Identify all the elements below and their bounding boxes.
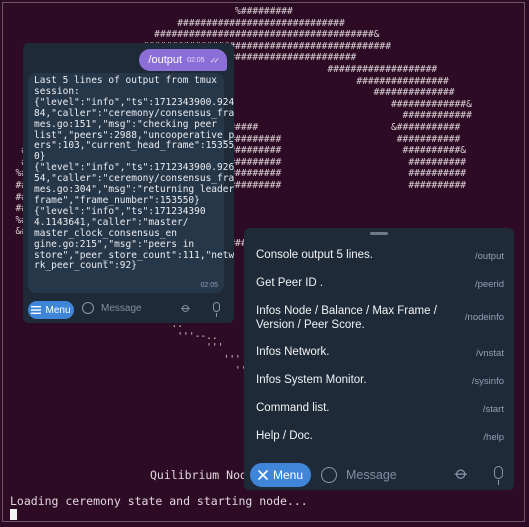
outgoing-message-text: /output <box>148 54 183 66</box>
message-input[interactable]: Message <box>346 468 397 482</box>
command-item-help[interactable]: Help / Doc. /help <box>244 429 514 453</box>
microphone-icon[interactable] <box>213 302 220 317</box>
command-label: Command list. <box>256 402 330 414</box>
command-label: Get Peer ID . <box>256 277 324 289</box>
menu-button[interactable]: Menu <box>28 301 74 319</box>
microphone-icon[interactable] <box>494 466 503 485</box>
emoji-icon[interactable] <box>82 302 94 314</box>
read-checkmarks-icon: ✓✓ <box>209 55 221 65</box>
command-label: Help / Doc. <box>256 430 313 442</box>
terminal-cursor <box>10 509 17 520</box>
message-composer: Menu Message ⌀ <box>23 297 234 323</box>
incoming-message-text: Last 5 lines of output from tmux session… <box>34 75 234 272</box>
command-item-nodeinfo[interactable]: Infos Node / Balance / Max Frame / Versi… <box>244 304 514 338</box>
command-item-start[interactable]: Command list. /start <box>244 401 514 425</box>
command-key: /vnstat <box>476 348 504 359</box>
command-label: Infos System Monitor. <box>256 374 367 386</box>
chat-window: /output 02:05 ✓✓ Last 5 lines of output … <box>23 43 234 323</box>
command-key: /output <box>474 251 504 262</box>
command-item-output[interactable]: Console output 5 lines. /output <box>244 248 514 272</box>
terminal-title: Quilibrium Node <box>150 468 254 482</box>
message-input[interactable]: Message <box>101 303 142 314</box>
command-key: /nodeinfo <box>464 312 504 323</box>
close-icon <box>258 470 268 480</box>
command-key: /sysinfo <box>471 376 504 387</box>
command-item-sysinfo[interactable]: Infos System Monitor. /sysinfo <box>244 373 514 397</box>
command-item-vnstat[interactable]: Infos Network. /vnstat <box>244 345 514 369</box>
menu-button-label: Menu <box>45 304 71 316</box>
command-item-peerid[interactable]: Get Peer ID . /peerid <box>244 276 514 300</box>
command-key: /help <box>483 432 504 443</box>
incoming-message-time: 02:05 <box>200 282 218 289</box>
command-label: Infos Node / Balance / Max Frame / Versi… <box>256 305 437 331</box>
command-key: /peerid <box>474 279 504 290</box>
emoji-icon[interactable] <box>321 467 337 483</box>
command-key: /start <box>482 404 504 415</box>
command-label: Console output 5 lines. <box>256 249 373 261</box>
close-menu-button[interactable]: Menu <box>250 463 311 487</box>
message-composer: Menu Message ⌀ <box>244 458 514 490</box>
attach-icon[interactable]: ⌀ <box>177 300 194 317</box>
outgoing-message[interactable]: /output 02:05 ✓✓ <box>139 49 227 71</box>
drag-handle[interactable] <box>370 232 388 235</box>
attach-icon[interactable]: ⌀ <box>450 462 473 485</box>
terminal-status-line: Loading ceremony state and starting node… <box>10 494 308 508</box>
command-label: Infos Network. <box>256 346 330 358</box>
hamburger-icon <box>31 306 42 314</box>
menu-button-label: Menu <box>272 468 304 482</box>
incoming-message[interactable]: Last 5 lines of output from tmux session… <box>28 73 234 293</box>
command-menu: Console output 5 lines. /output Get Peer… <box>244 228 514 490</box>
outgoing-message-time: 02:05 <box>187 56 205 64</box>
